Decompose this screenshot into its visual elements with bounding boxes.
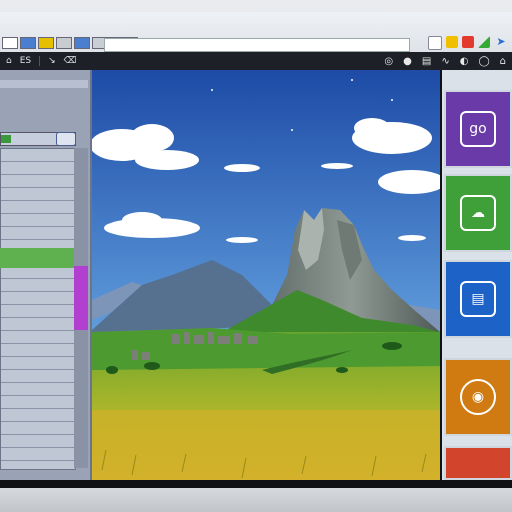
list-item[interactable]	[1, 370, 75, 383]
field-indicator	[1, 135, 11, 143]
tab-icon[interactable]	[20, 37, 36, 49]
separator	[39, 56, 41, 66]
signal-icon[interactable]	[478, 36, 490, 48]
go-tile[interactable]: go	[444, 90, 512, 168]
browser-toolbar: ➤	[0, 12, 512, 53]
circle-icon[interactable]: ◯	[478, 56, 489, 67]
cloud-tile-label: ☁	[471, 205, 485, 221]
house-icon[interactable]: ⌂	[500, 56, 506, 67]
doc-tile[interactable]: ▤	[444, 260, 512, 338]
list-item[interactable]	[1, 344, 75, 357]
panel-header	[0, 80, 88, 88]
wave-icon[interactable]: ∿	[441, 56, 449, 67]
delete-icon[interactable]: ⌫	[64, 56, 77, 66]
tab-icon[interactable]	[56, 37, 72, 49]
list-item[interactable]	[1, 162, 75, 175]
contrast-icon[interactable]: ◐	[460, 56, 469, 67]
list-item[interactable]	[1, 357, 75, 370]
selected-row[interactable]	[0, 248, 74, 268]
left-panel	[0, 70, 92, 480]
panel-list	[0, 148, 76, 470]
list-item[interactable]	[1, 188, 75, 201]
image-icon[interactable]: ▤	[422, 56, 431, 67]
list-item[interactable]	[1, 396, 75, 409]
list-item[interactable]	[1, 305, 75, 318]
command-bar-right: ◎ ● ▤ ∿ ◐ ◯ ⌂	[384, 52, 506, 70]
list-item[interactable]	[1, 422, 75, 435]
landscape-image	[92, 70, 440, 480]
home-icon[interactable]: ⌂	[6, 56, 12, 66]
es-button[interactable]: ES	[20, 56, 31, 66]
scrollbar-thumb[interactable]	[74, 266, 88, 330]
arrow-icon[interactable]: ↘	[48, 56, 56, 66]
doc-tile-label: ▤	[471, 291, 485, 307]
tile-column: go ☁ ▤ ◉	[442, 70, 512, 480]
tab-icon[interactable]	[74, 37, 90, 49]
list-item[interactable]	[1, 383, 75, 396]
list-item[interactable]	[1, 201, 75, 214]
address-bar[interactable]	[104, 38, 410, 52]
target-icon[interactable]: ◎	[384, 56, 393, 67]
list-item[interactable]	[1, 279, 75, 292]
panel-button[interactable]	[56, 132, 76, 146]
list-item[interactable]	[1, 318, 75, 331]
list-item[interactable]	[1, 292, 75, 305]
go-tile-label: go	[469, 121, 487, 137]
bookmark-icon[interactable]	[446, 36, 458, 48]
list-item[interactable]	[1, 149, 75, 162]
list-item[interactable]	[1, 331, 75, 344]
scrollbar[interactable]	[74, 148, 88, 468]
bottom-bezel	[0, 488, 512, 512]
screen: ➤ ⌂ ES ↘ ⌫ ◎ ● ▤ ∿ ◐ ◯ ⌂ go ☁ ▤ ◉	[0, 12, 512, 488]
share-icon[interactable]: ➤	[494, 36, 508, 48]
tab-icon[interactable]	[38, 37, 54, 49]
music-tile-label: ◉	[471, 389, 485, 405]
cloud-icon: ☁	[460, 195, 496, 231]
list-item[interactable]	[1, 175, 75, 188]
music-tile[interactable]: ◉	[444, 358, 512, 436]
landscape-svg	[92, 70, 440, 480]
list-item[interactable]	[1, 227, 75, 240]
alert-icon[interactable]	[462, 36, 474, 48]
record-icon[interactable]: ●	[403, 56, 412, 67]
tab-icon[interactable]	[2, 37, 18, 49]
list-item[interactable]	[1, 448, 75, 461]
list-item[interactable]	[1, 435, 75, 448]
go-icon: go	[460, 111, 496, 147]
toolbar-icons: ➤	[428, 36, 508, 50]
command-bar: ⌂ ES ↘ ⌫ ◎ ● ▤ ∿ ◐ ◯ ⌂	[0, 52, 512, 70]
music-icon: ◉	[460, 379, 496, 415]
list-item[interactable]	[1, 214, 75, 227]
photo-tile[interactable]	[444, 446, 512, 480]
document-icon: ▤	[460, 281, 496, 317]
list-item[interactable]	[1, 409, 75, 422]
cloud-tile[interactable]: ☁	[444, 174, 512, 252]
window-icon[interactable]	[428, 36, 442, 50]
